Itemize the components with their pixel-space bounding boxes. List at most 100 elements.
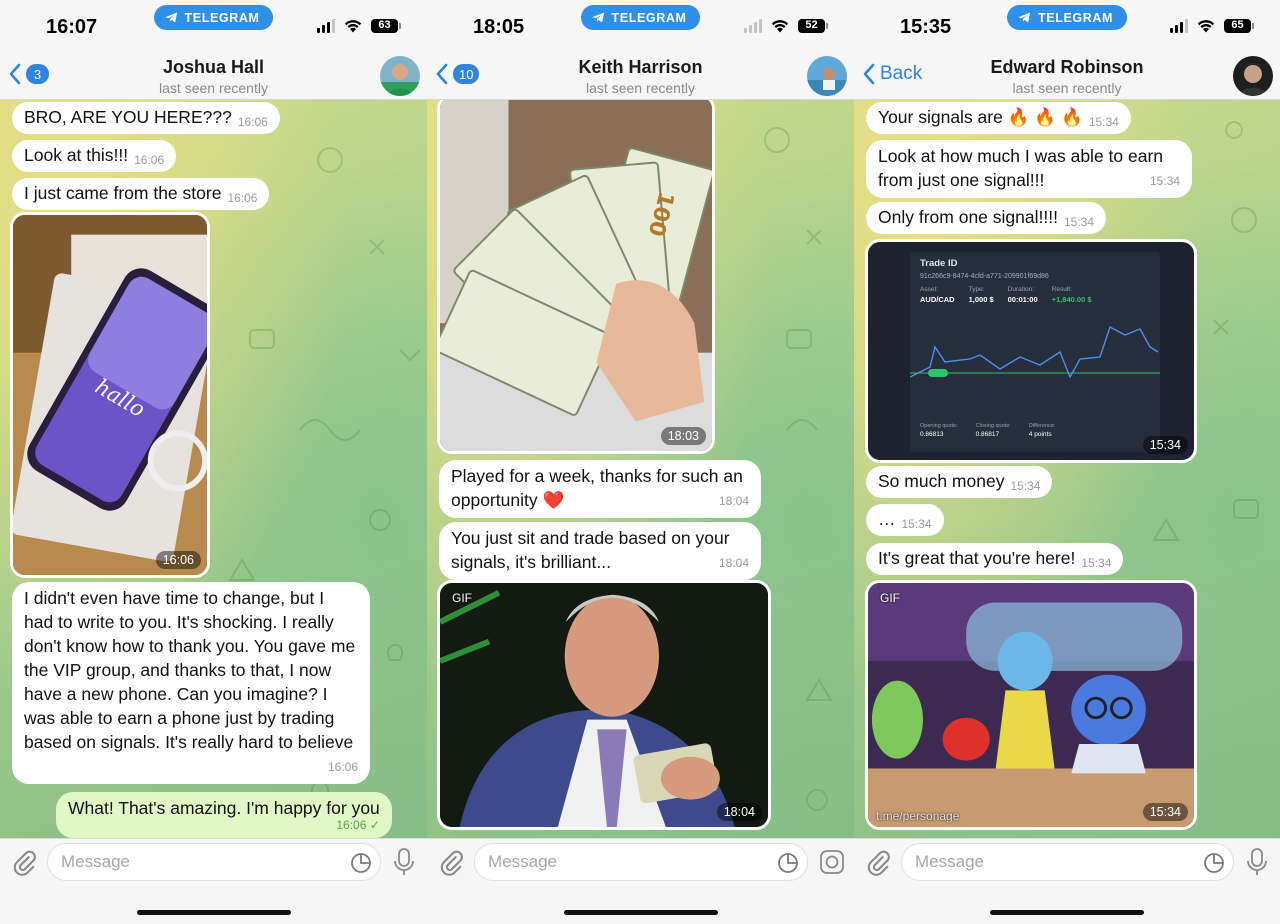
chevron-left-icon (9, 63, 21, 85)
composer (0, 838, 427, 924)
contact-name: Keith Harrison (578, 57, 703, 77)
status-icons: 52 (744, 18, 828, 33)
contact-name: Edward Robinson (990, 57, 1144, 77)
incoming-message[interactable]: You just sit and trade based on your sig… (439, 522, 761, 580)
incoming-message[interactable]: Look at how much I was able to earn from… (866, 140, 1192, 198)
sticker-icon[interactable] (777, 852, 799, 874)
incoming-message[interactable]: So much money 15:34 (866, 466, 1053, 498)
gif-image (440, 583, 768, 827)
status-icons: 65 (1170, 18, 1254, 33)
telegram-pill-label: TELEGRAM (184, 10, 260, 25)
home-indicator[interactable] (136, 910, 291, 915)
battery-icon: 63 (371, 18, 401, 33)
status-icons: 63 (317, 18, 401, 33)
contact-name: Joshua Hall (162, 57, 265, 77)
attach-icon[interactable] (864, 849, 892, 877)
message-list[interactable]: Your signals are 🔥 🔥 🔥 15:34 Look at how … (854, 100, 1280, 838)
sticker-icon[interactable] (1203, 852, 1225, 874)
status-bar: 15:35 TELEGRAM 65 (854, 0, 1280, 52)
incoming-message[interactable]: Your signals are 🔥 🔥 🔥 15:34 (866, 102, 1131, 134)
home-indicator[interactable] (563, 910, 718, 915)
message-field (474, 843, 808, 881)
avatar[interactable] (807, 56, 847, 96)
message-input[interactable] (902, 844, 1233, 880)
telegram-pill-label: TELEGRAM (611, 10, 687, 25)
message-list[interactable]: 100 18:03 Played for a week, thanks for … (427, 100, 854, 838)
photo-message[interactable]: 100 18:03 (437, 100, 715, 454)
outgoing-message[interactable]: What! That's amazing. I'm happy for you 1… (56, 792, 392, 838)
contact-status: last seen recently (1012, 80, 1122, 96)
chat-header: Back Edward Robinson last seen recently (854, 52, 1280, 100)
telegram-icon (1018, 12, 1031, 23)
back-button[interactable]: Back (862, 62, 922, 86)
telegram-pill-label: TELEGRAM (1038, 10, 1113, 25)
incoming-message[interactable]: … 15:34 (866, 504, 944, 536)
status-time: 15:35 (900, 16, 952, 38)
wifi-icon (344, 20, 362, 33)
incoming-message[interactable]: Look at this!!! 16:06 (12, 140, 177, 172)
telegram-icon (164, 12, 177, 23)
money-photo: 100 (440, 100, 712, 451)
trade-card: Trade ID 91c266c9-8474-4cfd-a771-209901f… (910, 252, 1160, 452)
chat-title[interactable]: Edward Robinson last seen recently (991, 57, 1144, 96)
media-timestamp: 18:03 (660, 427, 706, 445)
photo-message[interactable]: hallo 16:06 (10, 212, 210, 578)
status-bar: 16:07 TELEGRAM 63 (0, 0, 427, 52)
chat-header: 3 Joshua Hall last seen recently (0, 52, 427, 100)
wifi-icon (1197, 20, 1215, 33)
chat-title[interactable]: Keith Harrison last seen recently (578, 57, 702, 96)
gif-message[interactable]: GIF 18:04 (437, 580, 771, 830)
incoming-message[interactable]: I just came from the store 16:06 (12, 178, 270, 210)
message-list[interactable]: BRO, ARE YOU HERE??? 16:06 Look at this!!… (0, 100, 427, 838)
message-input[interactable] (475, 844, 807, 880)
incoming-message[interactable]: Only from one signal!!!! 15:34 (866, 202, 1106, 234)
back-button[interactable]: 3 (8, 62, 49, 86)
incoming-message[interactable]: It's great that you're here! 15:34 (866, 543, 1124, 575)
home-indicator[interactable] (990, 910, 1144, 915)
unread-count-badge: 10 (453, 64, 480, 84)
video-message-icon[interactable] (819, 849, 845, 875)
chevron-left-icon (436, 63, 448, 85)
telegram-app-pill[interactable]: TELEGRAM (580, 5, 701, 30)
composer (854, 838, 1280, 924)
media-timestamp: 15:34 (1142, 436, 1188, 454)
incoming-message[interactable]: BRO, ARE YOU HERE??? 16:06 (12, 102, 280, 134)
sticker-icon[interactable] (350, 852, 372, 874)
microphone-icon[interactable] (1246, 848, 1268, 876)
gif-label: GIF (880, 591, 900, 605)
telegram-app-pill[interactable]: TELEGRAM (1007, 5, 1127, 30)
message-input[interactable] (48, 844, 380, 880)
signal-icon (317, 18, 335, 33)
gif-label: GIF (452, 591, 472, 605)
screenshot-message[interactable]: Trade ID 91c266c9-8474-4cfd-a771-209901f… (865, 239, 1197, 463)
contact-status: last seen recently (586, 80, 695, 96)
message-field (901, 843, 1234, 881)
unread-count-badge: 3 (26, 64, 49, 84)
battery-icon: 52 (798, 18, 828, 33)
price-chart (910, 325, 1160, 379)
trade-title: Trade ID (920, 258, 958, 269)
avatar[interactable] (380, 56, 420, 96)
composer (427, 838, 854, 924)
trade-id: 91c266c9-8474-4cfd-a771-209901f69d86 (920, 273, 1049, 280)
chat-panel-edward-robinson: 15:35 TELEGRAM 65 Back Edward Robinson l… (854, 0, 1280, 924)
back-label: Back (880, 63, 923, 84)
back-button[interactable]: 10 (435, 62, 480, 86)
message-field (47, 843, 381, 881)
telegram-app-pill[interactable]: TELEGRAM (153, 5, 274, 30)
signal-icon (1170, 18, 1188, 33)
gif-message[interactable]: GIF t.me/personage 15:34 (865, 580, 1197, 830)
attach-icon[interactable] (10, 849, 38, 877)
contact-status: last seen recently (159, 80, 268, 96)
microphone-icon[interactable] (393, 848, 415, 876)
avatar[interactable] (1233, 56, 1273, 96)
gif-caption: t.me/personage (876, 809, 960, 823)
incoming-message[interactable]: I didn't even have time to change, but I… (12, 582, 370, 784)
incoming-message[interactable]: Played for a week, thanks for such an op… (439, 460, 761, 518)
media-timestamp: 15:34 (1142, 803, 1188, 821)
chat-title[interactable]: Joshua Hall last seen recently (159, 57, 268, 96)
telegram-icon (591, 12, 604, 23)
attach-icon[interactable] (437, 849, 465, 877)
chat-header: 10 Keith Harrison last seen recently (427, 52, 854, 100)
chevron-left-icon (863, 63, 875, 85)
